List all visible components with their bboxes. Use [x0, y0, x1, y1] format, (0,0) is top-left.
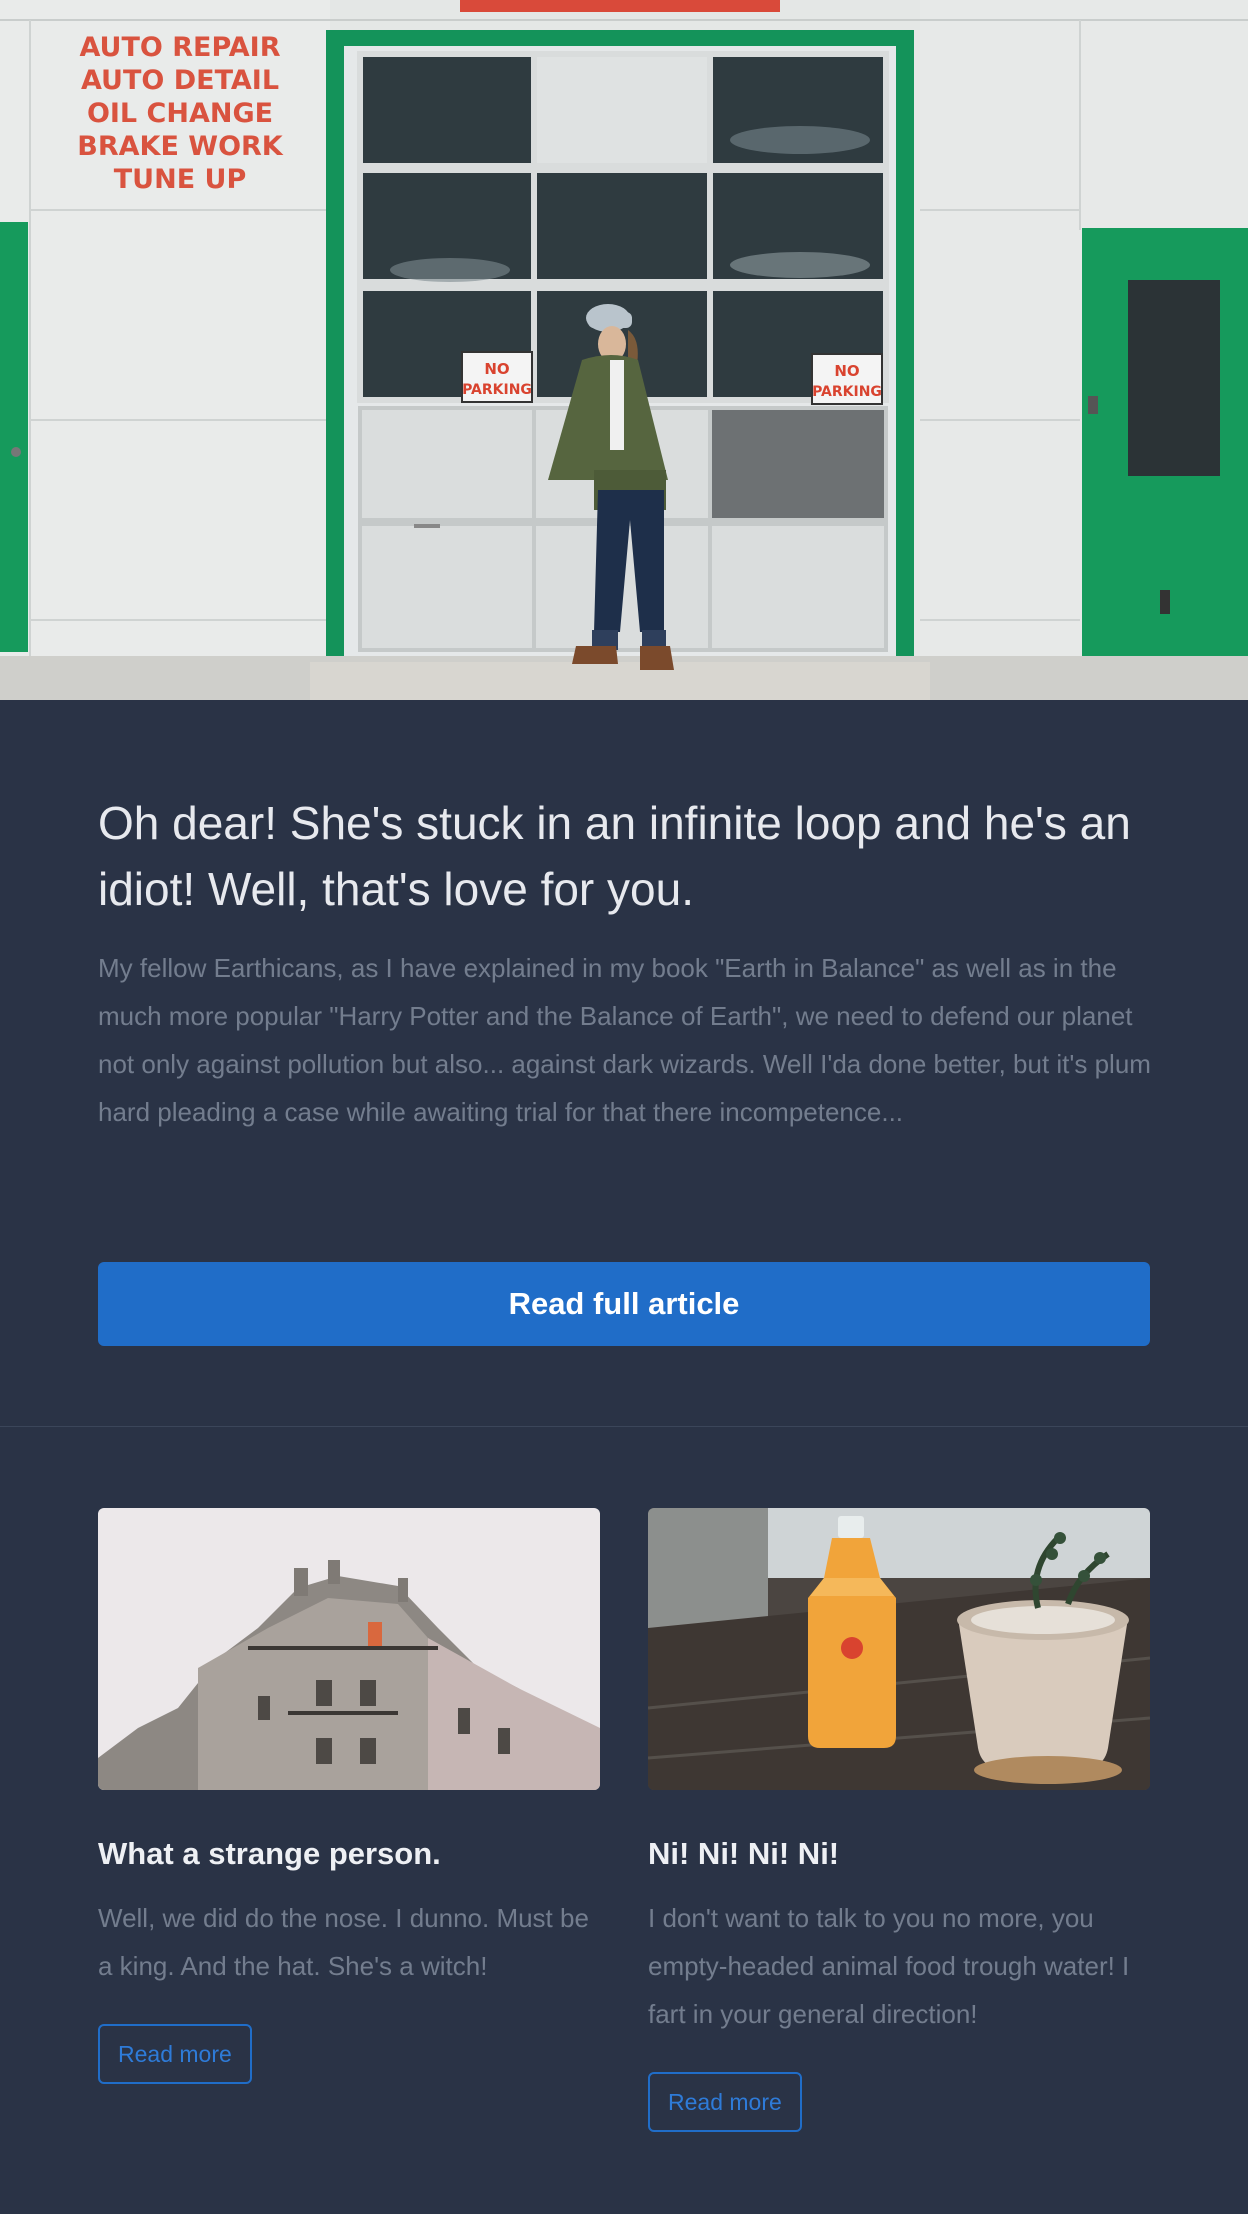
- garage-scene-illustration: AUTO REPAIR AUTO DETAIL OIL CHANGE BRAKE…: [0, 0, 1248, 700]
- hero-article-title: Oh dear! She's stuck in an infinite loop…: [98, 797, 1131, 915]
- card-title: What a strange person.: [98, 1836, 441, 1871]
- card-image-building: [98, 1508, 600, 1790]
- read-more-button[interactable]: Read more: [98, 2024, 252, 2084]
- svg-text:NO: NO: [834, 362, 859, 380]
- hero-image: AUTO REPAIR AUTO DETAIL OIL CHANGE BRAKE…: [0, 0, 1248, 700]
- article-card-1: What a strange person. Well, we did do t…: [98, 1508, 600, 2084]
- sign-line-1: AUTO REPAIR: [79, 32, 280, 63]
- sign-line-5: TUNE UP: [114, 164, 247, 195]
- hero-article-excerpt: My fellow Earthicans, as I have explaine…: [98, 953, 1151, 1127]
- sign-line-2: AUTO DETAIL: [81, 65, 279, 96]
- section-divider: [0, 1426, 1248, 1427]
- card-title: Ni! Ni! Ni! Ni!: [648, 1836, 840, 1871]
- article-card-2: Ni! Ni! Ni! Ni! I don't want to talk to …: [648, 1508, 1150, 2132]
- svg-text:NO: NO: [484, 360, 509, 378]
- sign-line-3: OIL CHANGE: [87, 98, 273, 129]
- card-excerpt: Well, we did do the nose. I dunno. Must …: [98, 1903, 589, 1981]
- svg-text:PARKING: PARKING: [812, 384, 882, 400]
- read-full-article-button[interactable]: Read full article: [98, 1262, 1150, 1346]
- card-excerpt: I don't want to talk to you no more, you…: [648, 1903, 1130, 2029]
- sign-line-4: BRAKE WORK: [77, 131, 284, 162]
- card-image-juice-bottle: [648, 1508, 1150, 1790]
- read-more-button[interactable]: Read more: [648, 2072, 802, 2132]
- svg-text:PARKING: PARKING: [462, 382, 532, 398]
